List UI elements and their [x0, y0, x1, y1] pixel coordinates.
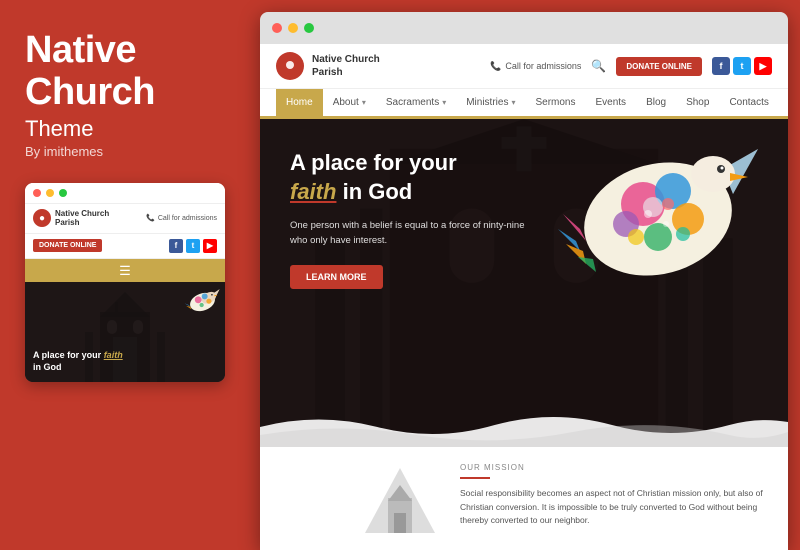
mobile-site-header: ● Native Church Parish 📞 Call for admiss… — [25, 204, 225, 234]
mobile-youtube-icon[interactable]: ▶ — [203, 239, 217, 253]
mobile-donate-btn[interactable]: DONATE ONLINE — [33, 239, 102, 252]
site-phone-text: Call for admissions — [505, 61, 581, 71]
hero-title-faith: faith — [290, 179, 336, 204]
nav-sacraments-chevron: ▾ — [442, 98, 446, 107]
mobile-donate-bar: DONATE ONLINE f t ▶ — [25, 234, 225, 259]
site-hero-bird — [558, 129, 758, 309]
browser-dot-yellow — [288, 23, 298, 33]
mobile-social-icons: f t ▶ — [169, 239, 217, 253]
nav-contacts[interactable]: Contacts — [719, 89, 778, 116]
mobile-twitter-icon[interactable]: t — [186, 239, 200, 253]
mobile-hero: A place for your faith in God — [25, 282, 225, 382]
nav-about-chevron: ▾ — [362, 98, 366, 107]
site-twitter-icon[interactable]: t — [733, 57, 751, 75]
site-logo-text: Native Church Parish — [312, 53, 380, 79]
dot-green — [59, 189, 67, 197]
mission-body: Social responsibility becomes an aspect … — [460, 487, 768, 528]
site-hero-subtitle: One person with a belief is equal to a f… — [290, 218, 530, 248]
left-panel: Native Church Theme By imithemes ● Nativ… — [0, 0, 248, 550]
site-hero: A place for your faith in God One person… — [260, 119, 788, 447]
dot-red — [33, 189, 41, 197]
site-logo: Native Church Parish — [276, 52, 380, 80]
nav-events[interactable]: Events — [585, 89, 636, 116]
theme-subtitle: Theme — [25, 116, 228, 142]
site-hero-cta-button[interactable]: LEARN MORE — [290, 265, 383, 289]
phone-icon: 📞 — [146, 214, 155, 222]
site-youtube-icon[interactable]: ▶ — [754, 57, 772, 75]
site-header: Native Church Parish 📞 Call for admissio… — [260, 44, 788, 89]
theme-by: By imithemes — [25, 144, 228, 159]
mobile-hero-title-line2: in God — [33, 361, 217, 374]
site-social-icons: f t ▶ — [712, 57, 772, 75]
mission-icon — [360, 463, 440, 538]
browser-dot-green — [304, 23, 314, 33]
nav-ministries[interactable]: Ministries ▾ — [456, 89, 525, 116]
nav-sermons[interactable]: Sermons — [525, 89, 585, 116]
mobile-logo-icon: ● — [33, 209, 51, 227]
nav-home[interactable]: Home — [276, 89, 323, 116]
theme-title-line1: Native — [25, 30, 228, 72]
mission-divider — [460, 477, 490, 479]
browser-dot-red — [272, 23, 282, 33]
site-facebook-icon[interactable]: f — [712, 57, 730, 75]
nav-sacraments[interactable]: Sacraments ▾ — [376, 89, 456, 116]
mobile-titlebar — [25, 183, 225, 204]
browser-titlebar — [260, 12, 788, 44]
mission-tag: OUR MISSION — [460, 463, 768, 472]
dot-yellow — [46, 189, 54, 197]
mobile-hero-bird — [185, 287, 220, 317]
site-mission: OUR MISSION Social responsibility become… — [260, 447, 788, 550]
mobile-hero-title: A place for your faith — [33, 349, 217, 362]
mission-text: OUR MISSION Social responsibility become… — [460, 463, 768, 528]
theme-title-line2: Church — [25, 72, 228, 114]
site-header-right: 📞 Call for admissions 🔍 DONATE ONLINE f … — [490, 57, 772, 76]
hero-wave — [260, 407, 788, 447]
nav-blog[interactable]: Blog — [636, 89, 676, 116]
browser-mockup: Native Church Parish 📞 Call for admissio… — [260, 12, 788, 550]
mobile-menu-bar: ☰ — [25, 259, 225, 282]
mobile-logo-text: Native Church Parish — [55, 209, 109, 228]
mobile-hero-text: A place for your faith in God — [33, 349, 217, 374]
hamburger-icon[interactable]: ☰ — [119, 264, 131, 277]
mobile-phone: 📞 Call for admissions — [146, 214, 217, 222]
site-hero-title: A place for your faith in God — [290, 149, 530, 206]
hero-title-part1: A place for your — [290, 150, 457, 175]
mobile-logo: ● Native Church Parish — [33, 209, 109, 228]
nav-shop[interactable]: Shop — [676, 89, 719, 116]
nav-about[interactable]: About ▾ — [323, 89, 376, 116]
nav-ministries-chevron: ▾ — [511, 98, 515, 107]
website-content: Native Church Parish 📞 Call for admissio… — [260, 44, 788, 550]
mobile-hero-faith: faith — [104, 350, 123, 360]
mobile-phone-text: Call for admissions — [158, 215, 217, 222]
mobile-preview-card: ● Native Church Parish 📞 Call for admiss… — [25, 183, 225, 382]
site-donate-button[interactable]: DONATE ONLINE — [616, 57, 702, 76]
mobile-facebook-icon[interactable]: f — [169, 239, 183, 253]
phone-icon: 📞 — [490, 61, 501, 72]
hero-title-part2: in God — [343, 179, 413, 204]
search-icon[interactable]: 🔍 — [591, 59, 606, 73]
site-nav: Home About ▾ Sacraments ▾ Ministries ▾ S… — [260, 89, 788, 119]
site-hero-content: A place for your faith in God One person… — [260, 119, 550, 309]
theme-title: Native Church Theme By imithemes — [25, 30, 228, 159]
site-logo-icon — [276, 52, 304, 80]
site-phone: 📞 Call for admissions — [490, 61, 581, 72]
